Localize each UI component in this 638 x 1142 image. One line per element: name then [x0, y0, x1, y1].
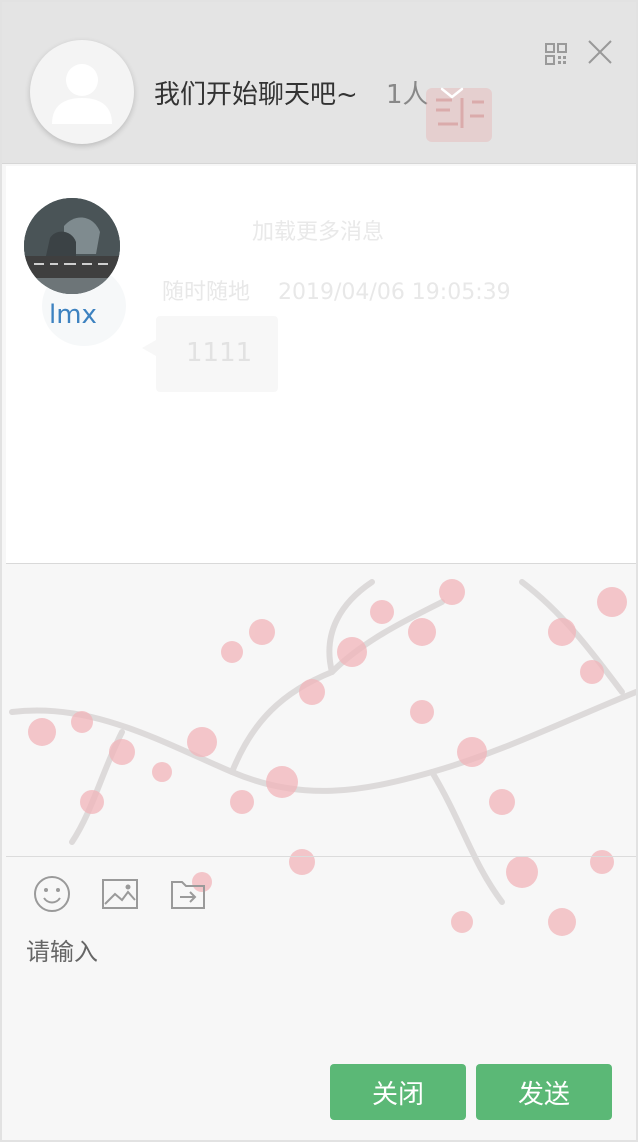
group-title: 我们开始聊天吧~: [154, 80, 358, 110]
close-button[interactable]: 关闭: [330, 1064, 466, 1120]
composer-divider: [6, 856, 636, 857]
chat-header: 我们开始聊天吧~ 1人: [2, 2, 636, 164]
sender-name[interactable]: lmx: [49, 300, 97, 330]
chat-window: 我们开始聊天吧~ 1人 加载更多消息 lmx 随时随地 2019/04/06 1…: [0, 0, 638, 1142]
group-avatar[interactable]: [30, 40, 134, 144]
sender-avatar[interactable]: [24, 198, 120, 294]
message-input[interactable]: [26, 932, 616, 1042]
message-text: 1111: [186, 338, 253, 368]
smiley-icon[interactable]: [32, 874, 72, 914]
message-bubble[interactable]: 1111: [142, 316, 278, 392]
avatar-photo: [24, 198, 120, 294]
close-icon[interactable]: [586, 38, 614, 66]
send-button[interactable]: 发送: [476, 1064, 612, 1120]
qr-code-icon[interactable]: [544, 42, 568, 66]
load-more-link[interactable]: 加载更多消息: [252, 214, 384, 246]
chevron-down-icon[interactable]: [438, 80, 466, 106]
user-silhouette-icon: [52, 64, 112, 124]
file-send-icon[interactable]: [168, 874, 208, 914]
message-meta: 随时随地 2019/04/06 19:05:39: [162, 274, 511, 306]
message-timestamp: 2019/04/06 19:05:39: [278, 280, 511, 305]
image-icon[interactable]: [100, 874, 140, 914]
message-source: 随时随地: [162, 280, 251, 305]
message-list: 加载更多消息 lmx 随时随地 2019/04/06 19:05:39 1111: [6, 166, 636, 564]
